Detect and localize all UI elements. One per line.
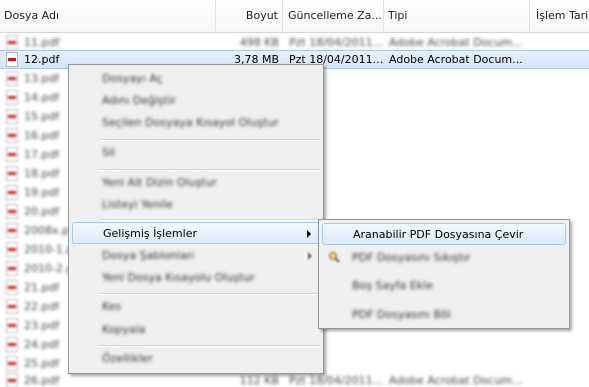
menu-item-file-templates[interactable]: Dosya Şablonları [72, 245, 320, 267]
menu-separator [99, 169, 320, 171]
menu-separator [99, 139, 320, 141]
file-name: 14.pdf [24, 91, 60, 104]
menu-item-copy[interactable]: Kopyala [72, 319, 320, 341]
pdf-file-icon [6, 280, 18, 295]
pdf-file-icon [6, 147, 18, 162]
file-type: Adobe Acrobat Docum... [389, 53, 523, 66]
chevron-right-icon [307, 230, 311, 238]
submenu-item-split-pdf[interactable]: PDF Dosyasını Böl [322, 304, 566, 326]
pdf-file-icon [6, 223, 18, 238]
context-menu: Dosyayı Aç Adını Değiştir Seçilen Dosyay… [68, 64, 324, 374]
pdf-file-icon [6, 52, 18, 67]
pdf-file-icon [6, 109, 18, 124]
file-name: 19.pdf [24, 186, 60, 199]
menu-item-advanced-operations[interactable]: Gelişmiş İşlemler [72, 222, 320, 244]
chevron-right-icon [308, 252, 312, 260]
menu-item-new-subfolder[interactable]: Yeni Alt Dizin Oluştur [72, 172, 320, 194]
menu-item-rename[interactable]: Adını Değiştir [72, 90, 320, 112]
pdf-file-icon [6, 356, 18, 371]
pdf-file-icon [6, 185, 18, 200]
menu-item-open[interactable]: Dosyayı Aç [72, 68, 320, 90]
file-name: 23.pdf [24, 319, 60, 332]
file-name: 24.pdf [24, 338, 60, 351]
file-name: 15.pdf [24, 110, 60, 123]
file-name: 18.pdf [24, 167, 60, 180]
menu-item-properties[interactable]: Özellikler [72, 348, 320, 370]
column-header-type[interactable]: Tipi [384, 0, 530, 32]
pdf-file-icon [6, 166, 18, 181]
file-name: 22.pdf [24, 300, 60, 313]
menu-item-delete[interactable]: Sil [72, 142, 320, 164]
column-header-name[interactable]: Dosya Adı [0, 0, 216, 32]
menu-item-create-shortcut[interactable]: Seçilen Dosyaya Kısayol Oluştur [72, 112, 320, 134]
pdf-file-icon [6, 35, 18, 50]
pdf-file-icon [6, 261, 18, 276]
menu-item-refresh-list[interactable]: Listeyi Yenile [72, 194, 320, 216]
menu-item-cut[interactable]: Kes [72, 296, 320, 318]
magnifier-icon [329, 252, 340, 263]
pdf-file-icon [6, 242, 18, 257]
pdf-file-icon [6, 204, 18, 219]
advanced-operations-submenu: Aranabilir PDF Dosyasına Çevir PDF Dosya… [318, 219, 570, 329]
column-header-process-date[interactable]: İşlem Tari [532, 0, 589, 32]
submenu-item-convert-searchable-pdf[interactable]: Aranabilir PDF Dosyasına Çevir [322, 223, 566, 245]
pdf-file-icon [6, 128, 18, 143]
column-header-modified[interactable]: Güncelleme Za... [284, 0, 384, 32]
pdf-file-icon [6, 299, 18, 314]
menu-item-new-file-shortcut[interactable]: Yeni Dosya Kısayolu Oluştur [72, 267, 320, 289]
pdf-file-icon [6, 373, 18, 387]
menu-separator [99, 345, 320, 347]
pdf-file-icon [6, 318, 18, 333]
submenu-item-add-blank-page[interactable]: Boş Sayfa Ekle [322, 275, 566, 297]
pdf-file-icon [6, 337, 18, 352]
column-header-size[interactable]: Boyut [216, 0, 283, 32]
submenu-item-compress-pdf[interactable]: PDF Dosyasını Sıkıştır [322, 247, 566, 269]
menu-separator [99, 293, 320, 295]
file-name: 13.pdf [24, 72, 60, 85]
menu-separator [99, 219, 320, 221]
file-name: 20.pdf [24, 205, 60, 218]
file-name: 17.pdf [24, 148, 60, 161]
file-type: Adobe Acrobat Docum... [389, 374, 523, 387]
file-name: 21.pdf [24, 281, 60, 294]
file-name: 16.pdf [24, 129, 60, 142]
pdf-file-icon [6, 71, 18, 86]
column-header-bar: Dosya Adı Boyut Güncelleme Za... Tipi İş… [0, 0, 589, 33]
pdf-file-icon [6, 90, 18, 105]
